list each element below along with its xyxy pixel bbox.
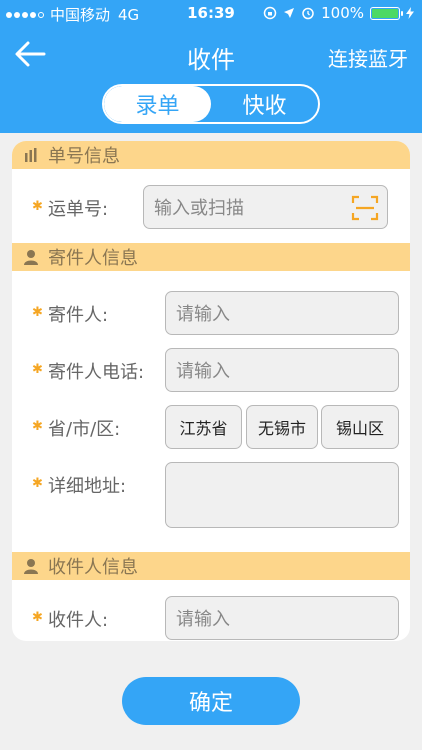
tab-quick-receive[interactable]: 快收 [211,86,318,122]
receiver-name-input[interactable]: 请输入 [165,596,399,640]
required-star-icon: ✱ [32,305,43,320]
sender-phone-label: 寄件人电话: [48,362,145,383]
city-select[interactable]: 无锡市 [246,405,318,449]
required-star-icon: ✱ [32,610,43,625]
address-label: 详细地址: [48,476,127,497]
sender-phone-row: ✱ 寄件人电话: 请输入 [12,348,410,405]
required-star-icon: ✱ [32,362,43,377]
sender-region-row: ✱ 省/市/区: 江苏省 无锡市 锡山区 [12,405,410,462]
sender-name-label: 寄件人: [48,305,109,326]
section-header-receiver: 收件人信息 [12,552,410,580]
section-title: 寄件人信息 [48,248,138,269]
required-star-icon: ✱ [32,419,43,434]
waybill-label: 运单号: [48,199,109,220]
sender-phone-input[interactable]: 请输入 [165,348,399,392]
required-star-icon: ✱ [32,476,43,491]
region-label: 省/市/区: [48,419,121,440]
sender-name-input[interactable]: 请输入 [165,291,399,335]
alarm-icon [302,7,314,20]
rotation-lock-icon [263,6,277,20]
district-select[interactable]: 锡山区 [321,405,399,449]
person-icon [22,557,40,575]
sender-name-row: ✱ 寄件人: 请输入 [12,291,410,348]
required-star-icon: ✱ [32,199,43,214]
address-textarea[interactable] [165,462,399,528]
charging-icon [406,7,414,19]
section-header-sender: 寄件人信息 [12,243,410,271]
receiver-name-row: ✱ 收件人: 请输入 [12,596,410,641]
person-icon [22,248,40,266]
section-title: 收件人信息 [48,557,138,578]
location-icon [284,8,295,18]
receiver-name-label: 收件人: [48,610,109,631]
status-bar: 中国移动 4G 16:39 100% [0,0,422,26]
form-card: 单号信息 ✱ 运单号: 输入或扫描 寄件人信息 ✱ 寄件人: 请输入 ✱ 寄件人… [12,141,410,641]
nav-bar: 收件 连接蓝牙 [0,32,422,78]
waybill-row: ✱ 运单号: 输入或扫描 [12,169,410,243]
battery-icon [370,6,403,20]
tab-entry[interactable]: 录单 [104,86,211,122]
battery-percent: 100% [321,4,364,22]
header: 中国移动 4G 16:39 100% 收件 连接蓝牙 录单 快收 [0,0,422,133]
connect-bluetooth-button[interactable]: 连接蓝牙 [328,43,408,72]
section-title: 单号信息 [48,146,120,167]
mode-segment: 录单 快收 [102,84,320,124]
section-header-waybill: 单号信息 [12,141,410,169]
scan-icon[interactable] [351,195,379,221]
bar-chart-icon [22,146,40,164]
confirm-button[interactable]: 确定 [122,677,300,725]
province-select[interactable]: 江苏省 [165,405,242,449]
sender-address-row: ✱ 详细地址: [12,462,410,552]
waybill-input[interactable]: 输入或扫描 [143,185,388,229]
